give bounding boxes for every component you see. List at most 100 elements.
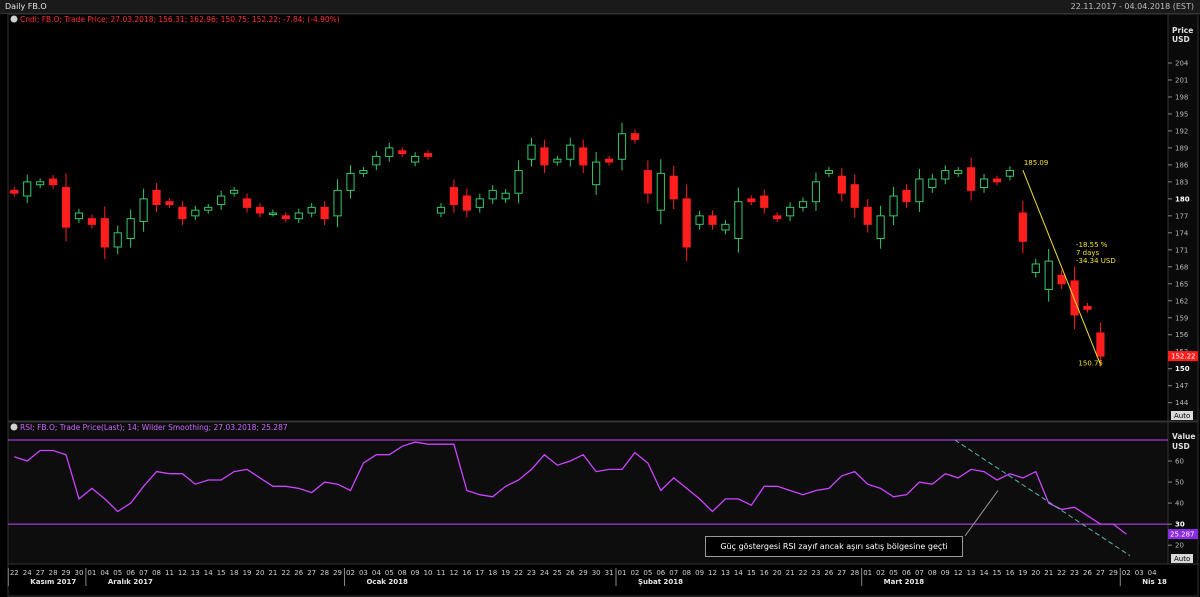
month-label: Nis 18 bbox=[1142, 578, 1167, 586]
x-tick-label: 12 bbox=[708, 569, 717, 577]
x-tick-label: 15 bbox=[993, 569, 1002, 577]
rsi-tick-label: 60 bbox=[1175, 458, 1184, 466]
x-tick-label: 01 bbox=[87, 569, 96, 577]
candle-body bbox=[449, 187, 459, 206]
x-tick-label: 13 bbox=[967, 569, 976, 577]
candle-body bbox=[423, 153, 433, 157]
candle-body bbox=[152, 189, 161, 206]
price-tick-label: 186 bbox=[1175, 161, 1189, 169]
high-annotation: 185.09 bbox=[1024, 159, 1049, 167]
x-tick-label: 28 bbox=[850, 569, 859, 577]
x-tick-label: 01 bbox=[863, 569, 872, 577]
rsi-legend-icon[interactable] bbox=[10, 423, 18, 431]
x-tick-label: 13 bbox=[721, 569, 730, 577]
x-tick-label: 22 bbox=[10, 569, 19, 577]
x-tick-label: 22 bbox=[1057, 569, 1066, 577]
x-tick-label: 01 bbox=[618, 569, 627, 577]
candle-body bbox=[398, 150, 407, 155]
last-rsi-label: 25.287 bbox=[1170, 531, 1195, 539]
candle-body bbox=[61, 187, 71, 228]
candle-body bbox=[527, 144, 536, 160]
candle-body bbox=[747, 198, 756, 203]
x-tick-label: 19 bbox=[501, 569, 510, 577]
x-tick-label: 05 bbox=[889, 569, 898, 577]
x-tick-label: 07 bbox=[669, 569, 678, 577]
x-tick-label: 14 bbox=[204, 569, 213, 577]
x-tick-label: 17 bbox=[475, 569, 484, 577]
candle-body bbox=[74, 212, 84, 220]
x-tick-label: 10 bbox=[424, 569, 433, 577]
x-tick-label: 05 bbox=[113, 569, 122, 577]
price-tick-label: 180 bbox=[1175, 195, 1190, 203]
candle-body bbox=[514, 170, 523, 194]
last-price-label: 152.22 bbox=[1171, 353, 1196, 361]
x-tick-label: 03 bbox=[1135, 569, 1144, 577]
candle-body bbox=[773, 215, 782, 220]
price-tick-label: 171 bbox=[1175, 246, 1188, 254]
price-tick-label: 144 bbox=[1175, 399, 1189, 407]
candle-body bbox=[294, 212, 303, 220]
candle-body bbox=[475, 198, 484, 208]
candle-body bbox=[217, 195, 226, 206]
price-legend-icon[interactable] bbox=[10, 15, 18, 23]
x-tick-label: 02 bbox=[1122, 569, 1131, 577]
x-tick-label: 08 bbox=[928, 569, 937, 577]
x-tick-label: 06 bbox=[902, 569, 911, 577]
x-tick-label: 22 bbox=[799, 569, 808, 577]
price-axis-unit: USD bbox=[1172, 35, 1190, 44]
candle-body bbox=[1005, 170, 1015, 177]
x-tick-label: 22 bbox=[281, 569, 290, 577]
x-tick-label: 04 bbox=[100, 569, 109, 577]
price-tick-label: 174 bbox=[1175, 229, 1189, 237]
candle-body bbox=[385, 147, 394, 157]
rsi-panel bbox=[7, 421, 1169, 565]
chart-canvas: 1441471501531561591621651681711741771801… bbox=[7, 13, 1199, 597]
x-tick-label: 07 bbox=[915, 569, 924, 577]
rsi-tick-label: 50 bbox=[1175, 479, 1184, 487]
candle-body bbox=[617, 133, 627, 160]
x-tick-label: 06 bbox=[656, 569, 665, 577]
x-tick-label: 05 bbox=[385, 569, 394, 577]
candle-body bbox=[359, 170, 368, 174]
candle-body bbox=[346, 172, 355, 191]
candle-body bbox=[592, 161, 601, 186]
rsi-axis-unit: USD bbox=[1172, 442, 1190, 451]
candle-body bbox=[889, 195, 898, 217]
rsi-callout: Güç göstergesi RSI zayıf ancak aşırı sat… bbox=[705, 536, 963, 557]
candle-body bbox=[307, 206, 316, 214]
candle-body bbox=[915, 178, 924, 203]
x-tick-label: 08 bbox=[152, 569, 161, 577]
x-tick-label: 07 bbox=[139, 569, 148, 577]
x-tick-label: 29 bbox=[1109, 569, 1118, 577]
month-label: Ocak 2018 bbox=[366, 578, 408, 586]
candle-body bbox=[902, 189, 911, 203]
candle-body bbox=[786, 206, 795, 217]
candle-body bbox=[436, 206, 446, 214]
rsi-tick-label: 30 bbox=[1175, 521, 1185, 529]
candle-body bbox=[87, 218, 96, 225]
x-tick-label: 23 bbox=[527, 569, 536, 577]
candle-body bbox=[604, 158, 614, 163]
candle-body bbox=[23, 181, 32, 197]
price-tick-label: 150 bbox=[1175, 365, 1190, 373]
candle-body bbox=[191, 209, 200, 217]
price-auto-label: Auto bbox=[1174, 412, 1190, 420]
x-tick-label: 21 bbox=[268, 569, 277, 577]
x-tick-label: 19 bbox=[243, 569, 252, 577]
candle-body bbox=[1031, 263, 1040, 273]
candle-body bbox=[967, 167, 976, 191]
x-tick-label: 18 bbox=[488, 569, 497, 577]
candle-body bbox=[139, 198, 148, 223]
price-tick-label: 168 bbox=[1175, 263, 1188, 271]
x-tick-label: 03 bbox=[359, 569, 368, 577]
x-tick-label: 22 bbox=[514, 569, 523, 577]
low-annotation: 150.75 bbox=[1078, 359, 1103, 367]
x-tick-label: 26 bbox=[1083, 569, 1092, 577]
candle-body bbox=[1096, 332, 1105, 357]
x-tick-label: 19 bbox=[1018, 569, 1027, 577]
candle-body bbox=[462, 195, 471, 211]
x-tick-label: 06 bbox=[126, 569, 135, 577]
month-label: Şubat 2018 bbox=[638, 578, 683, 586]
candle-body bbox=[669, 175, 678, 200]
x-tick-label: 27 bbox=[36, 569, 45, 577]
